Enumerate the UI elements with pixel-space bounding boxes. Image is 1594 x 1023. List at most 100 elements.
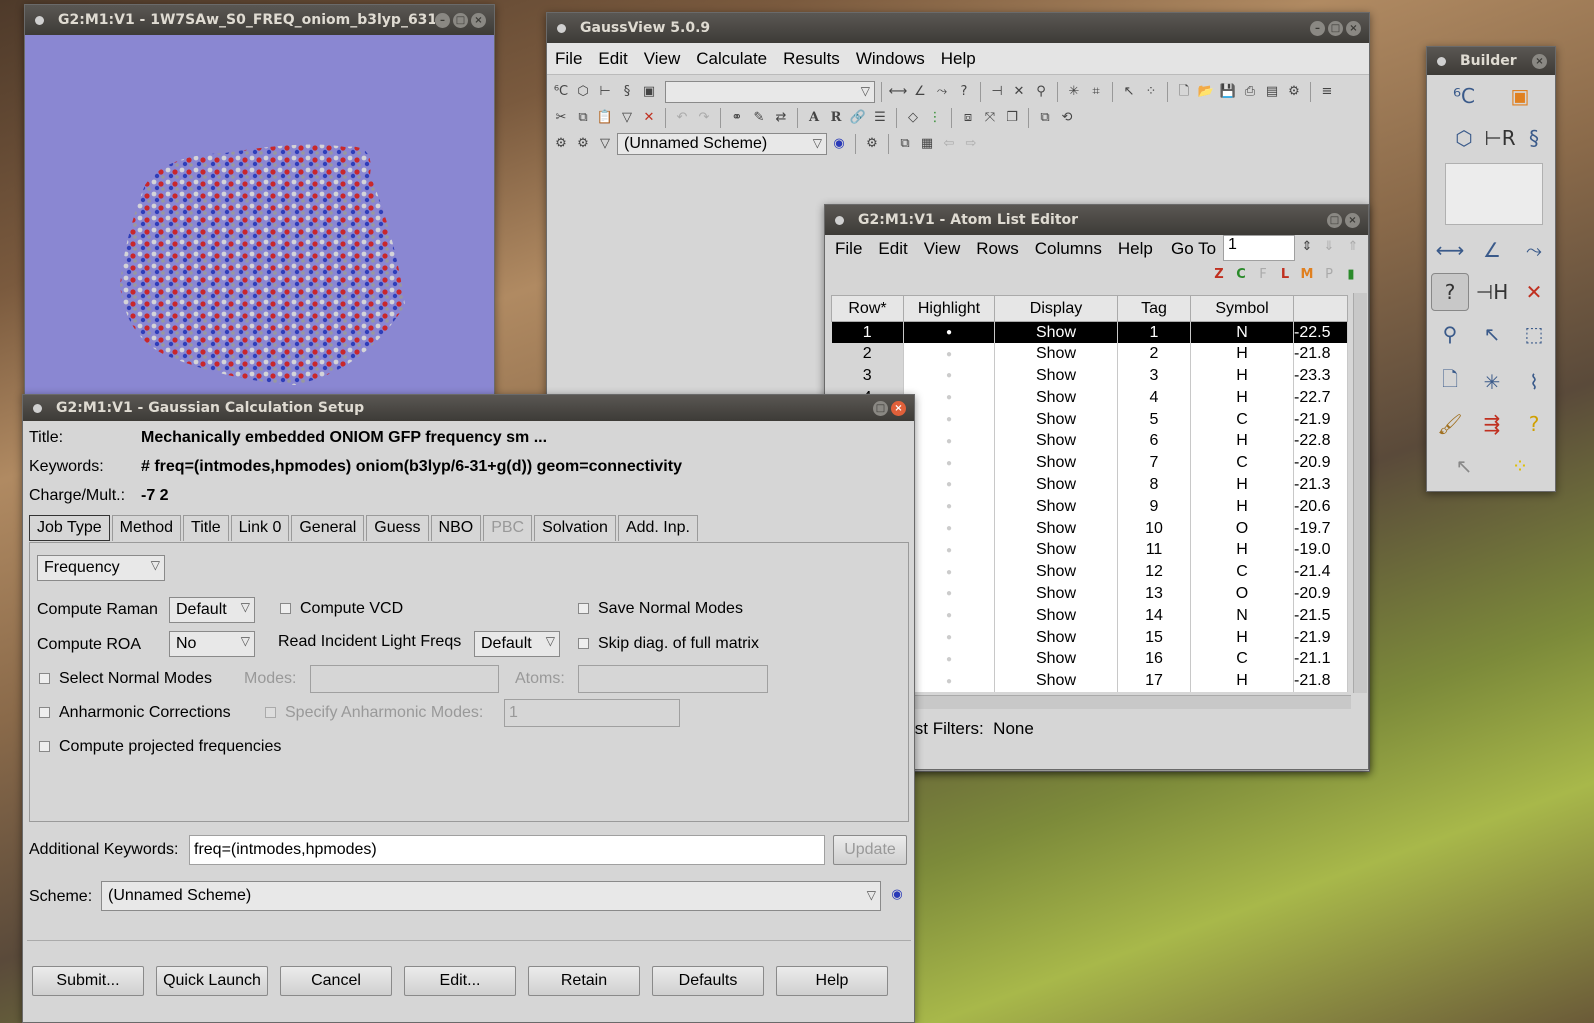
projected-checkbox[interactable]: [39, 741, 50, 752]
print-icon[interactable]: ⎙: [1240, 82, 1260, 102]
compute-vcd-checkbox[interactable]: [280, 603, 291, 614]
molecule-viewer-window[interactable]: G2:M1:V1 - 1W7SAw_S0_FREQ_oniom_b3lyp_63…: [24, 4, 495, 396]
pdb-icon[interactable]: P: [1319, 265, 1339, 285]
brush-tool-icon[interactable]: 🖌: [1431, 405, 1469, 443]
rebond-icon[interactable]: ⌗: [1086, 82, 1106, 102]
goto-input[interactable]: 1: [1223, 235, 1295, 261]
gaussian-run-icon[interactable]: ⚙: [573, 134, 593, 154]
viewer-titlebar[interactable]: G2:M1:V1 - 1W7SAw_S0_FREQ_oniom_b3lyp_63…: [25, 5, 494, 35]
save-normal-modes-checkbox[interactable]: [578, 603, 589, 614]
edit-button[interactable]: Edit...: [404, 966, 516, 996]
layer-icon[interactable]: L: [1275, 265, 1295, 285]
clean-icon[interactable]: ✳: [1064, 82, 1084, 102]
symbol-cell[interactable]: C: [1190, 561, 1294, 584]
angle-icon[interactable]: ∠: [910, 82, 930, 102]
select-normal-modes-checkbox[interactable]: [39, 673, 50, 684]
tag-cell[interactable]: 12: [1117, 561, 1191, 584]
x-cell[interactable]: -21.1: [1293, 648, 1348, 671]
copy-icon[interactable]: ⧉: [573, 108, 593, 128]
symbol-cell[interactable]: C: [1190, 648, 1294, 671]
cut-icon[interactable]: ✂: [551, 108, 571, 128]
new-document-tool-icon[interactable]: 🗋: [1431, 363, 1469, 401]
tag-cell[interactable]: 2: [1117, 343, 1191, 366]
tag-cell[interactable]: 3: [1117, 365, 1191, 387]
table-row[interactable]: 2 ● Show 2 H -21.8: [831, 343, 1348, 366]
display-cell[interactable]: Show: [994, 408, 1118, 431]
list-icon[interactable]: ≡: [1317, 82, 1337, 102]
rebond-tool-icon[interactable]: ⌇: [1515, 363, 1553, 401]
freeze-icon[interactable]: F: [1253, 265, 1273, 285]
menu-file[interactable]: File: [547, 49, 590, 69]
display-cell[interactable]: Show: [994, 452, 1118, 475]
symmetrize-tool-icon[interactable]: ⇶: [1473, 405, 1511, 443]
labels-icon[interactable]: A: [804, 108, 824, 128]
add-valence-icon[interactable]: ⊣: [987, 82, 1007, 102]
rgroup-fragment-icon[interactable]: ⊢R: [1481, 119, 1519, 157]
row-number[interactable]: 1: [831, 321, 904, 344]
menu-edit[interactable]: Edit: [590, 49, 635, 69]
symbol-cell[interactable]: N: [1190, 604, 1294, 627]
tab-general[interactable]: General: [291, 515, 365, 541]
inquire-tool-icon[interactable]: ?: [1431, 273, 1469, 311]
dihedral-tool-icon[interactable]: ⤳: [1515, 231, 1553, 269]
windows-icon[interactable]: ⧉: [895, 134, 915, 154]
add-valence-tool-icon[interactable]: ⊣H: [1473, 273, 1511, 311]
help-tool-icon[interactable]: ?: [1515, 405, 1553, 443]
symbol-cell[interactable]: O: [1190, 583, 1294, 605]
delete-atom-tool-icon[interactable]: ✕: [1515, 273, 1553, 311]
mm-icon[interactable]: M: [1297, 265, 1317, 285]
compute-raman-select[interactable]: Default ▽: [169, 597, 255, 623]
x-cell[interactable]: -21.5: [1293, 604, 1348, 627]
tag-cell[interactable]: 9: [1117, 495, 1191, 518]
table-row[interactable]: 3 ● Show 3 H -23.3: [831, 365, 1348, 387]
symbol-cell[interactable]: N: [1190, 321, 1294, 344]
menu-help[interactable]: Help: [933, 49, 984, 69]
builder-window[interactable]: Builder × ⁶C ▣ ⬡ ⊢R § ⟷ ∠ ⤳ ? ⊣H ✕ ⚲ ↖ ⬚…: [1426, 46, 1556, 492]
bond-tool-icon[interactable]: ⚭: [727, 108, 747, 128]
menu-columns[interactable]: Columns: [1027, 239, 1110, 259]
submit-button[interactable]: Submit...: [32, 966, 144, 996]
highlight-dot[interactable]: ●: [903, 386, 995, 409]
display-cell[interactable]: Show: [994, 430, 1118, 453]
z-matrix-icon[interactable]: Z: [1209, 265, 1229, 285]
traffic-light-icon[interactable]: ⋮: [925, 108, 945, 128]
symbol-cell[interactable]: C: [1190, 452, 1294, 475]
x-cell[interactable]: -20.6: [1293, 495, 1348, 518]
x-cell[interactable]: -22.7: [1293, 386, 1348, 409]
vertical-scrollbar[interactable]: [1353, 293, 1367, 693]
select-tool-icon[interactable]: ↖: [1473, 315, 1511, 353]
undo-icon[interactable]: ↶: [672, 108, 692, 128]
x-cell[interactable]: -20.9: [1293, 452, 1348, 475]
back-icon[interactable]: ⇦: [939, 134, 959, 154]
close-icon[interactable]: ×: [471, 12, 486, 28]
update-button[interactable]: Update: [833, 835, 907, 865]
tag-cell[interactable]: 11: [1117, 539, 1191, 562]
molecule-render[interactable]: [25, 35, 494, 395]
cartesian-icon[interactable]: C: [1231, 265, 1251, 285]
x-cell[interactable]: -21.8: [1293, 343, 1348, 366]
display-cell[interactable]: Show: [994, 365, 1118, 387]
highlight-dot[interactable]: ●: [903, 583, 995, 605]
ring-icon[interactable]: ⬡: [573, 82, 593, 102]
x-cell[interactable]: -21.8: [1293, 670, 1348, 693]
tag-cell[interactable]: 15: [1117, 626, 1191, 649]
display-cell[interactable]: Show: [994, 670, 1118, 693]
x-cell[interactable]: -21.3: [1293, 474, 1348, 496]
minimize-icon[interactable]: –: [1310, 20, 1325, 36]
tab-title[interactable]: Title: [183, 515, 229, 541]
row-number[interactable]: 3: [831, 365, 904, 387]
symbol-cell[interactable]: H: [1190, 539, 1294, 562]
display-cell[interactable]: Show: [994, 343, 1118, 366]
tag-cell[interactable]: 10: [1117, 517, 1191, 540]
highlight-dot[interactable]: ●: [903, 321, 995, 344]
col-x[interactable]: [1293, 295, 1348, 322]
setup-titlebar[interactable]: G2:M1:V1 - Gaussian Calculation Setup □ ×: [23, 395, 914, 421]
highlight-dot[interactable]: ●: [903, 430, 995, 453]
link-icon[interactable]: 🔗: [848, 108, 868, 128]
quick-launch-button[interactable]: Quick Launch: [156, 966, 268, 996]
highlight-dot[interactable]: ●: [903, 517, 995, 540]
tab-guess[interactable]: Guess: [366, 515, 429, 541]
tab-pbc[interactable]: PBC: [483, 515, 533, 541]
maximize-icon[interactable]: □: [1327, 212, 1342, 228]
highlight-dot[interactable]: ●: [903, 365, 995, 387]
